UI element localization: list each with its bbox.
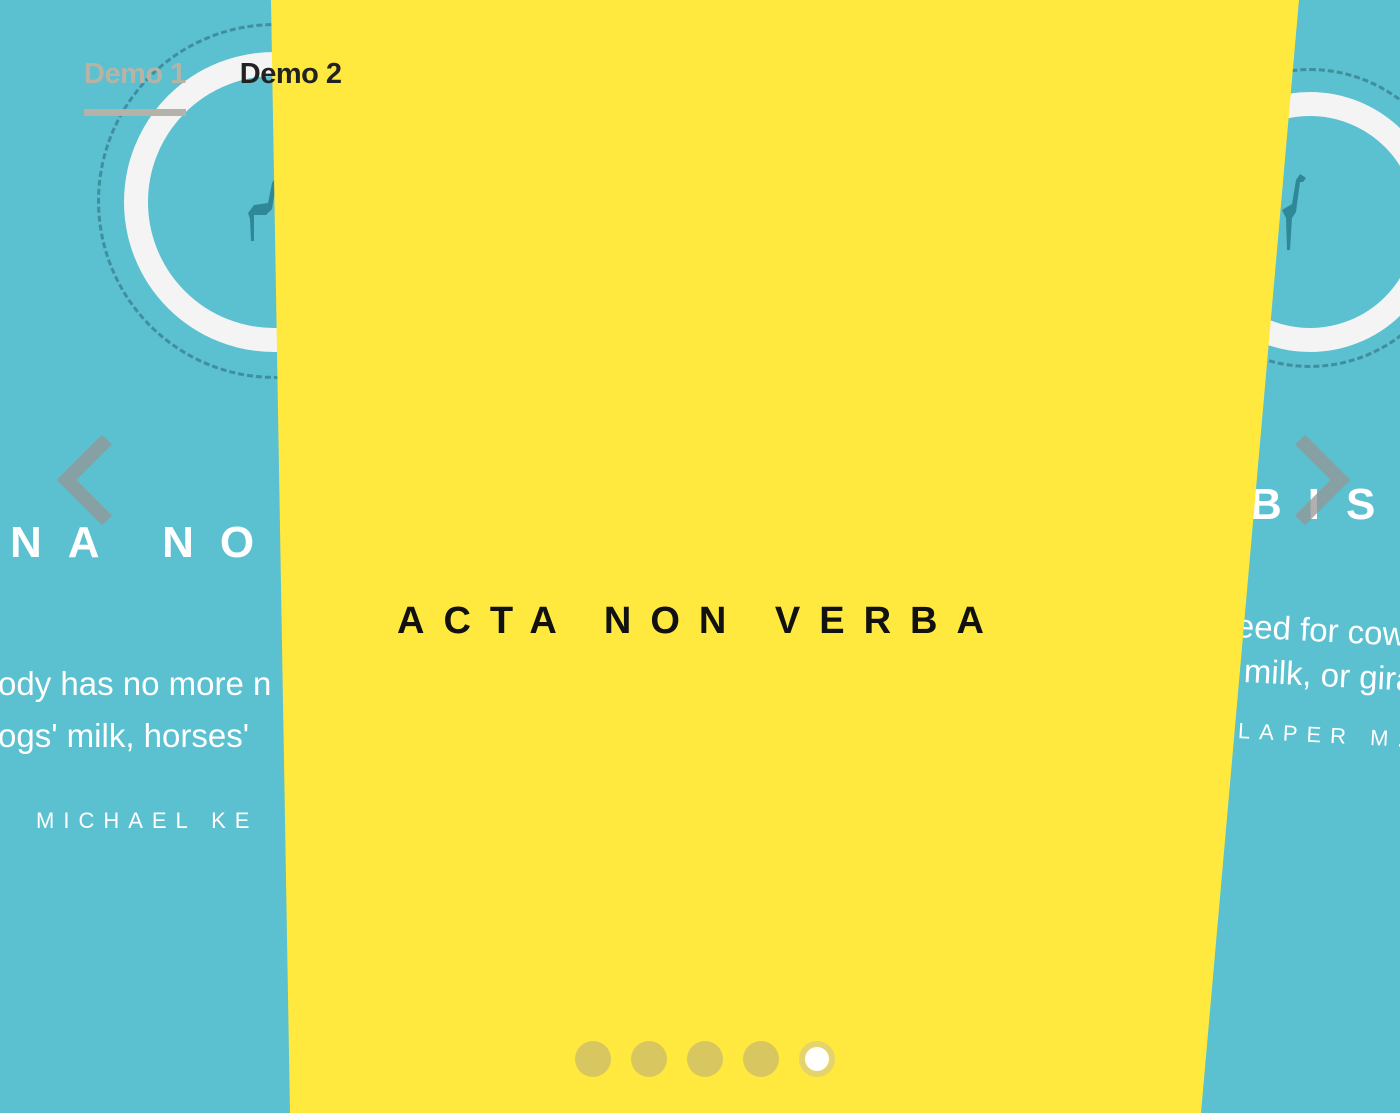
- chevron-left-icon[interactable]: [56, 434, 148, 526]
- carousel-stage: NA NO ody has no more n ogs' milk, horse…: [0, 0, 1400, 1113]
- slide-title: NA NO: [10, 518, 281, 567]
- slide-quote-line: ody has no more n: [0, 665, 272, 702]
- demo-tabs: Demo 1 Demo 2: [84, 58, 342, 116]
- tab-demo-2[interactable]: Demo 2: [240, 58, 342, 116]
- slide-quote-line: milk, or gira: [1243, 652, 1400, 698]
- slide-quote-line: ogs' milk, horses': [0, 717, 250, 754]
- pagination-dot-4[interactable]: [743, 1041, 779, 1077]
- pagination-dot-5[interactable]: [799, 1041, 835, 1077]
- pagination-dot-2[interactable]: [631, 1041, 667, 1077]
- slide-author: LAPER M.: [1237, 718, 1400, 753]
- pagination-dot-1[interactable]: [575, 1041, 611, 1077]
- active-slide-title: ACTA NON VERBA: [397, 600, 1003, 642]
- pagination-dot-3[interactable]: [687, 1041, 723, 1077]
- slide-author: MICHAEL KE: [36, 808, 259, 833]
- tab-demo-1[interactable]: Demo 1: [84, 58, 186, 116]
- carousel-pagination: [575, 1041, 835, 1077]
